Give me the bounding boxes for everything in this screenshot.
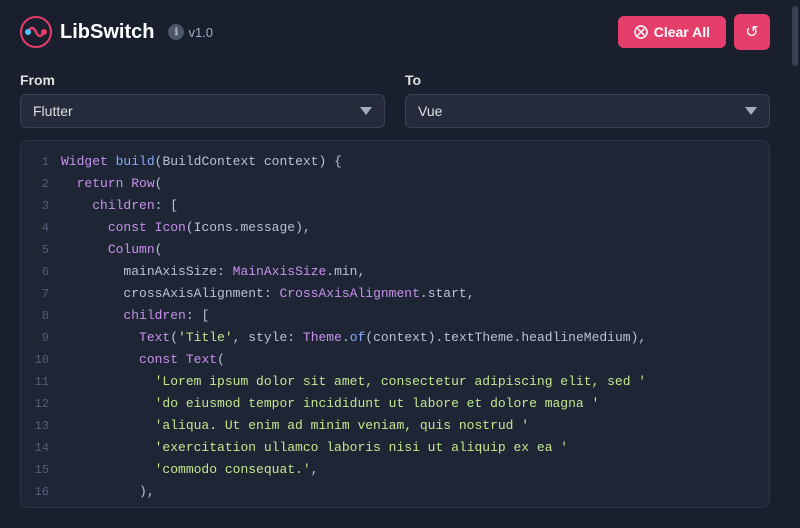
- line-number: 8: [21, 305, 61, 327]
- scrollbar[interactable]: [790, 0, 800, 528]
- version-badge: ℹ v1.0: [168, 24, 213, 40]
- to-label: To: [405, 72, 770, 88]
- version-text: v1.0: [188, 25, 213, 40]
- code-line: 10 const Text(: [21, 349, 769, 371]
- code-line: 13 'aliqua. Ut enim ad minim veniam, qui…: [21, 415, 769, 437]
- line-number: 1: [21, 151, 61, 173]
- code-line: 4 const Icon(Icons.message),: [21, 217, 769, 239]
- line-content: mainAxisSize: MainAxisSize.min,: [61, 261, 769, 283]
- line-content: 'commodo consequat.',: [61, 459, 769, 481]
- line-number: 14: [21, 437, 61, 459]
- from-label: From: [20, 72, 385, 88]
- history-icon: ↺: [745, 22, 758, 42]
- code-line: 8 children: [: [21, 305, 769, 327]
- line-content: ),: [61, 481, 769, 503]
- scrollbar-thumb: [792, 6, 798, 66]
- line-number: 5: [21, 239, 61, 261]
- line-content: return Row(: [61, 173, 769, 195]
- logo-area: LibSwitch ℹ v1.0: [20, 16, 213, 48]
- dropdowns-section: From Flutter React Angular Svelte To Vue…: [0, 64, 790, 140]
- line-number: 3: [21, 195, 61, 217]
- clear-icon: [634, 25, 648, 39]
- code-editor-area: 1Widget build(BuildContext context) {2 r…: [20, 140, 770, 508]
- line-content: 'do eiusmod tempor incididunt ut labore …: [61, 393, 769, 415]
- clear-all-button[interactable]: Clear All: [618, 16, 726, 48]
- code-line: 1Widget build(BuildContext context) {: [21, 151, 769, 173]
- code-line: 17 ],: [21, 503, 769, 507]
- line-content: Text('Title', style: Theme.of(context).t…: [61, 327, 769, 349]
- line-number: 4: [21, 217, 61, 239]
- line-number: 16: [21, 481, 61, 503]
- header: LibSwitch ℹ v1.0 Clear All: [0, 0, 790, 64]
- code-line: 14 'exercitation ullamco laboris nisi ut…: [21, 437, 769, 459]
- code-line: 5 Column(: [21, 239, 769, 261]
- code-line: 7 crossAxisAlignment: CrossAxisAlignment…: [21, 283, 769, 305]
- from-dropdown[interactable]: Flutter React Angular Svelte: [20, 94, 385, 128]
- line-number: 13: [21, 415, 61, 437]
- dropdowns-row: From Flutter React Angular Svelte To Vue…: [20, 72, 770, 128]
- libswitch-logo-icon: [20, 16, 52, 48]
- line-content: Column(: [61, 239, 769, 261]
- line-number: 7: [21, 283, 61, 305]
- code-line: 15 'commodo consequat.',: [21, 459, 769, 481]
- code-line: 11 'Lorem ipsum dolor sit amet, consecte…: [21, 371, 769, 393]
- code-editor[interactable]: 1Widget build(BuildContext context) {2 r…: [21, 141, 769, 507]
- info-icon: ℹ: [168, 24, 184, 40]
- line-content: 'aliqua. Ut enim ad minim veniam, quis n…: [61, 415, 769, 437]
- line-content: Widget build(BuildContext context) {: [61, 151, 769, 173]
- to-dropdown[interactable]: Vue React Angular Svelte: [405, 94, 770, 128]
- line-content: ],: [61, 503, 769, 507]
- line-content: const Text(: [61, 349, 769, 371]
- line-number: 6: [21, 261, 61, 283]
- history-button[interactable]: ↺: [734, 14, 770, 50]
- line-number: 9: [21, 327, 61, 349]
- line-number: 2: [21, 173, 61, 195]
- line-content: children: [: [61, 195, 769, 217]
- line-content: 'Lorem ipsum dolor sit amet, consectetur…: [61, 371, 769, 393]
- line-content: 'exercitation ullamco laboris nisi ut al…: [61, 437, 769, 459]
- line-number: 11: [21, 371, 61, 393]
- code-line: 16 ),: [21, 481, 769, 503]
- code-line: 3 children: [: [21, 195, 769, 217]
- line-content: const Icon(Icons.message),: [61, 217, 769, 239]
- code-line: 12 'do eiusmod tempor incididunt ut labo…: [21, 393, 769, 415]
- line-content: crossAxisAlignment: CrossAxisAlignment.s…: [61, 283, 769, 305]
- code-line: 6 mainAxisSize: MainAxisSize.min,: [21, 261, 769, 283]
- line-number: 10: [21, 349, 61, 371]
- code-line: 9 Text('Title', style: Theme.of(context)…: [21, 327, 769, 349]
- line-number: 12: [21, 393, 61, 415]
- code-line: 2 return Row(: [21, 173, 769, 195]
- line-number: 17: [21, 503, 61, 507]
- line-content: children: [: [61, 305, 769, 327]
- from-dropdown-group: From Flutter React Angular Svelte: [20, 72, 385, 128]
- header-actions: Clear All ↺: [618, 14, 770, 50]
- line-number: 15: [21, 459, 61, 481]
- app-title: LibSwitch: [60, 21, 154, 44]
- to-dropdown-group: To Vue React Angular Svelte: [405, 72, 770, 128]
